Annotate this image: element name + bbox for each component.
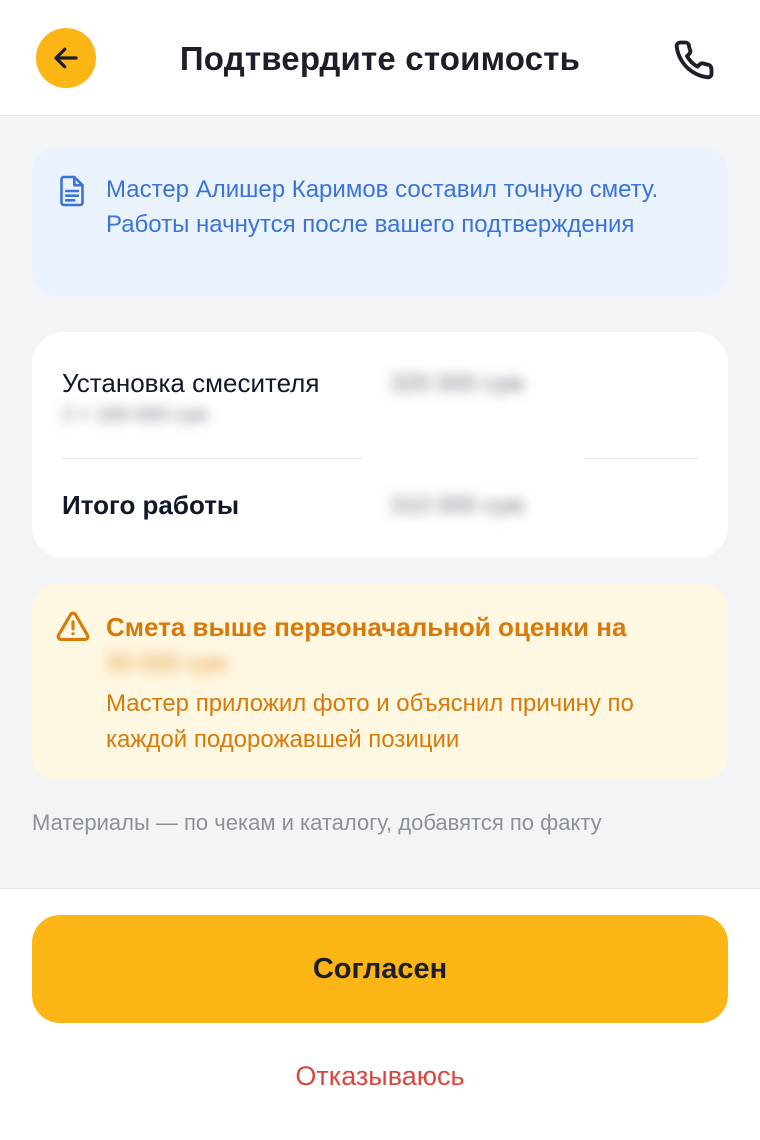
item-amount: 320 000 сум [390, 370, 524, 397]
page-title: Подтвердите стоимость [179, 40, 581, 77]
estimate-card: Установка смесителя 320 000 сум 2 × 160 … [32, 332, 728, 558]
divider [584, 458, 698, 459]
warning-title: Смета выше первоначальной оценки на [106, 612, 627, 642]
footer: Согласен Отказываюсь [0, 888, 760, 1140]
total-label: Итого работы [62, 490, 240, 520]
divider [62, 458, 362, 459]
agree-button[interactable]: Согласен [32, 915, 728, 1023]
warning-difference: 30 000 сум [106, 650, 227, 677]
info-banner: Мастер Алишер Каримов составил точную см… [32, 148, 728, 296]
total-amount: 310 000 сум [390, 492, 524, 519]
phone-icon [674, 40, 714, 80]
warning-text: Мастер приложил фото и объяснил причину … [106, 690, 634, 753]
top-app-bar: Подтвердите стоимость [0, 0, 760, 116]
warning-icon [56, 611, 90, 642]
document-icon [60, 175, 84, 207]
info-text: Мастер Алишер Каримов составил точную см… [106, 176, 659, 238]
refuse-button[interactable]: Отказываюсь [0, 1061, 760, 1092]
warning-banner: Смета выше первоначальной оценки на 30 0… [32, 584, 728, 780]
call-button[interactable] [668, 34, 720, 86]
item-label: Установка смесителя [62, 368, 320, 398]
materials-note: Материалы — по чекам и каталогу, добавят… [32, 810, 602, 835]
item-note: 2 × 160 000 сум [62, 404, 208, 426]
